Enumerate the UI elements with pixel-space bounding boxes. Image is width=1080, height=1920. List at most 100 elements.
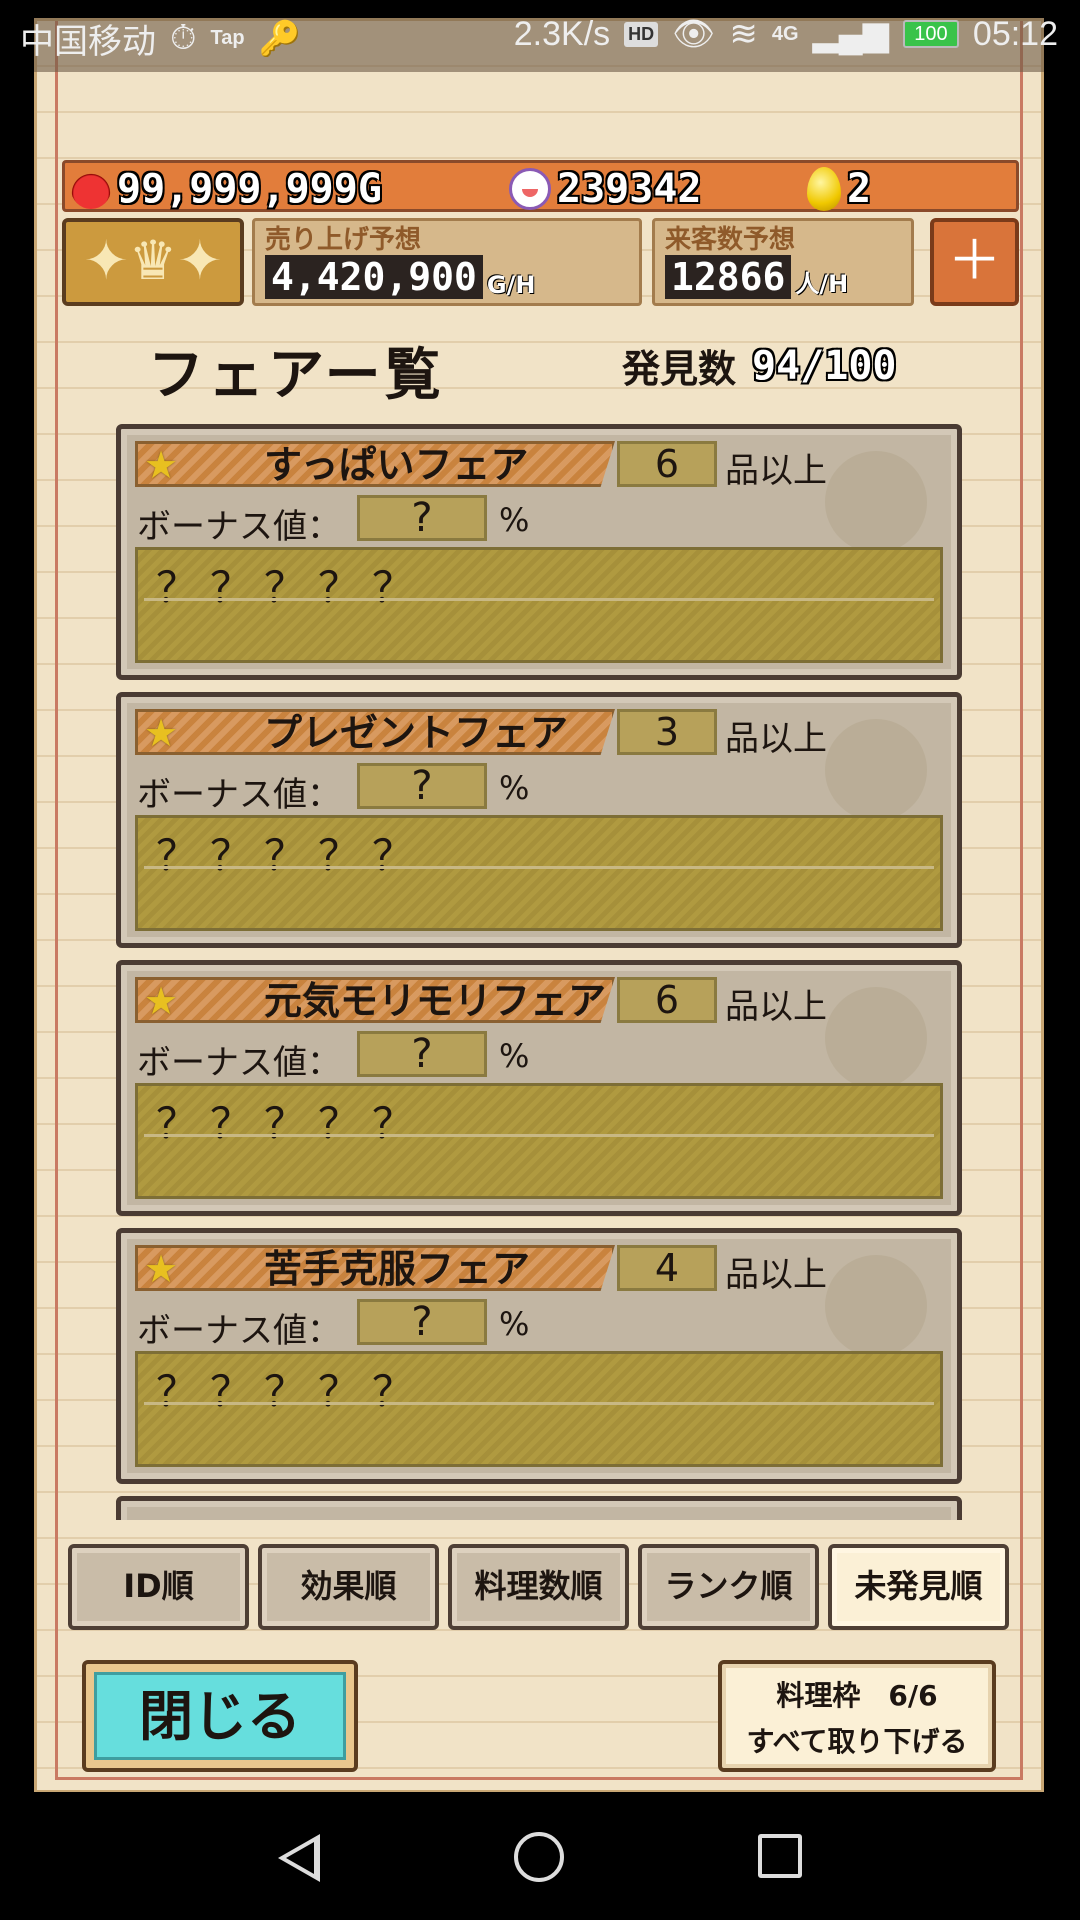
chef-emblem-icon <box>825 987 927 1089</box>
fair-item-count-label: 品以上 <box>725 987 827 1027</box>
visitor-forecast-label: 来客数予想 <box>665 225 796 255</box>
star-icon: ★ <box>144 443 179 487</box>
bonus-label: ボーナス値： <box>137 775 341 815</box>
bonus-label: ボーナス値： <box>137 1043 341 1083</box>
remove-all-button[interactable]: 料理枠 6/6 すべて取り下げる <box>718 1660 996 1772</box>
rank-button[interactable]: ✦♛✦ <box>62 218 244 306</box>
discovered-label: 発見数 <box>622 347 737 391</box>
fair-item-count: 6 <box>617 977 717 1023</box>
back-nav-icon[interactable] <box>278 1834 320 1882</box>
chef-emblem-icon <box>825 451 927 553</box>
sort-effect-button[interactable]: 効果順 <box>258 1544 439 1630</box>
golden-egg-icon <box>807 167 841 211</box>
network-type: 4G <box>771 22 799 45</box>
home-nav-icon[interactable] <box>514 1832 564 1882</box>
fair-item-count-label: 品以上 <box>725 1255 827 1295</box>
fair-card[interactable]: ★ 元気モリモリフェア 6 品以上 ボーナス値： ? % ？？？？？ <box>116 960 962 1216</box>
bonus-unit: % <box>499 1037 530 1075</box>
navigation-bar <box>0 1792 1080 1920</box>
close-button[interactable]: 閉じる <box>82 1660 358 1772</box>
wifi-icon: ≋ <box>729 15 758 53</box>
gold-stat: 99,999,999G <box>71 166 382 212</box>
gold-value: 99,999,999G <box>117 166 382 212</box>
fair-item-count-label: 品以上 <box>725 719 827 759</box>
visitor-forecast: 来客数予想 12866 人/H <box>652 218 914 306</box>
sort-id-button[interactable]: ID順 <box>68 1544 249 1630</box>
sort-undiscovered-button[interactable]: 未発見順 <box>828 1544 1009 1630</box>
visitor-forecast-value: 12866 <box>665 255 792 299</box>
recent-apps-icon[interactable] <box>758 1834 802 1878</box>
fair-card[interactable]: ★ 苦手克服フェア 4 品以上 ボーナス値： ? % ？？？？？ <box>116 1228 962 1484</box>
eye-icon: 👁 <box>672 15 716 53</box>
fair-name: すっぱいフェア <box>264 443 529 487</box>
egg-value: 2 <box>847 166 872 212</box>
star-icon: ★ <box>144 1247 179 1291</box>
bonus-value: ? <box>357 1031 487 1077</box>
star-icon: ★ <box>144 979 179 1023</box>
guest-stat: 239342 <box>509 166 702 212</box>
fair-card[interactable]: ★ プレゼントフェア 3 品以上 ボーナス値： ? % ？？？？？ <box>116 692 962 948</box>
add-staff-button[interactable]: ＋ <box>930 218 1019 306</box>
bonus-unit: % <box>499 769 530 807</box>
fair-description: ？？？？？ <box>135 815 943 931</box>
fair-card-partial[interactable] <box>116 1496 962 1520</box>
key-icon: 🔑 <box>258 19 301 58</box>
resource-bar: 99,999,999G 239342 2 <box>62 160 1019 212</box>
description-rule <box>144 866 934 869</box>
sales-forecast-value: 4,420,900 <box>265 255 483 299</box>
guest-face-icon <box>509 168 551 210</box>
network-speed: 2.3K/s <box>513 14 611 53</box>
status-time: 05:12 <box>972 14 1058 53</box>
fair-description-text: ？？？？？ <box>156 1367 427 1416</box>
signal-icon: ▂▄▆ <box>812 15 889 53</box>
alarm-icon: ⏱ <box>170 19 197 57</box>
bonus-value: ? <box>357 763 487 809</box>
description-rule <box>144 598 934 601</box>
add-staff-icon: ＋ <box>947 229 1002 292</box>
fair-title-bar: ★ すっぱいフェア <box>135 441 615 487</box>
bonus-label: ボーナス値： <box>137 1311 341 1351</box>
egg-stat: 2 <box>807 166 872 212</box>
sort-dish-count-button[interactable]: 料理数順 <box>448 1544 629 1630</box>
fair-list[interactable]: ★ すっぱいフェア 6 品以上 ボーナス値： ? % ？？？？？ ★ プレゼント… <box>116 424 962 1520</box>
hd-badge: HD <box>624 21 659 47</box>
fair-description: ？？？？？ <box>135 1351 943 1467</box>
fair-description: ？？？？？ <box>135 1083 943 1199</box>
fair-description: ？？？？？ <box>135 547 943 663</box>
chef-emblem-icon <box>825 1255 927 1357</box>
remove-all-label: すべて取り下げる <box>746 1725 968 1758</box>
crown-icon: ✦♛✦ <box>83 229 223 292</box>
fair-item-count: 4 <box>617 1245 717 1291</box>
close-button-label: 閉じる <box>94 1672 346 1760</box>
description-rule <box>144 1402 934 1405</box>
status-bar: 中国移动 ⏱ Tap 🔑 2.3K/s HD 👁 ≋ 4G ▂▄▆ 100 05… <box>0 0 1080 72</box>
wallet-icon <box>71 169 111 209</box>
bonus-value: ? <box>357 1299 487 1345</box>
page-title: フェアー覧 <box>148 343 445 408</box>
carrier-label: 中国移动 <box>20 23 156 61</box>
fair-card[interactable]: ★ すっぱいフェア 6 品以上 ボーナス値： ? % ？？？？？ <box>116 424 962 680</box>
sales-forecast-label: 売り上げ予想 <box>265 225 422 255</box>
fair-description-text: ？？？？？ <box>156 831 427 880</box>
fair-name: 元気モリモリフェア <box>264 979 607 1023</box>
fair-name: 苦手克服フェア <box>264 1247 531 1291</box>
dish-slot-count: 料理枠 6/6 <box>776 1679 938 1712</box>
sales-forecast-unit: G/H <box>486 271 536 299</box>
star-icon: ★ <box>144 711 179 755</box>
bonus-label: ボーナス値： <box>137 507 341 547</box>
chef-emblem-icon <box>825 719 927 821</box>
fair-item-count: 6 <box>617 441 717 487</box>
fair-title-bar: ★ プレゼントフェア <box>135 709 615 755</box>
discovered-value: 94/100 <box>752 342 897 389</box>
battery-indicator: 100 <box>902 20 959 48</box>
sort-rank-button[interactable]: ランク順 <box>638 1544 819 1630</box>
guest-value: 239342 <box>557 166 702 212</box>
description-rule <box>144 1134 934 1137</box>
visitor-forecast-unit: 人/H <box>795 270 849 298</box>
fair-title-bar: ★ 苦手克服フェア <box>135 1245 615 1291</box>
fair-name: プレゼントフェア <box>264 711 569 755</box>
sort-bar: ID順 効果順 料理数順 ランク順 未発見順 <box>68 1544 1009 1630</box>
bonus-unit: % <box>499 1305 530 1343</box>
bonus-unit: % <box>499 501 530 539</box>
fair-title-bar: ★ 元気モリモリフェア <box>135 977 615 1023</box>
